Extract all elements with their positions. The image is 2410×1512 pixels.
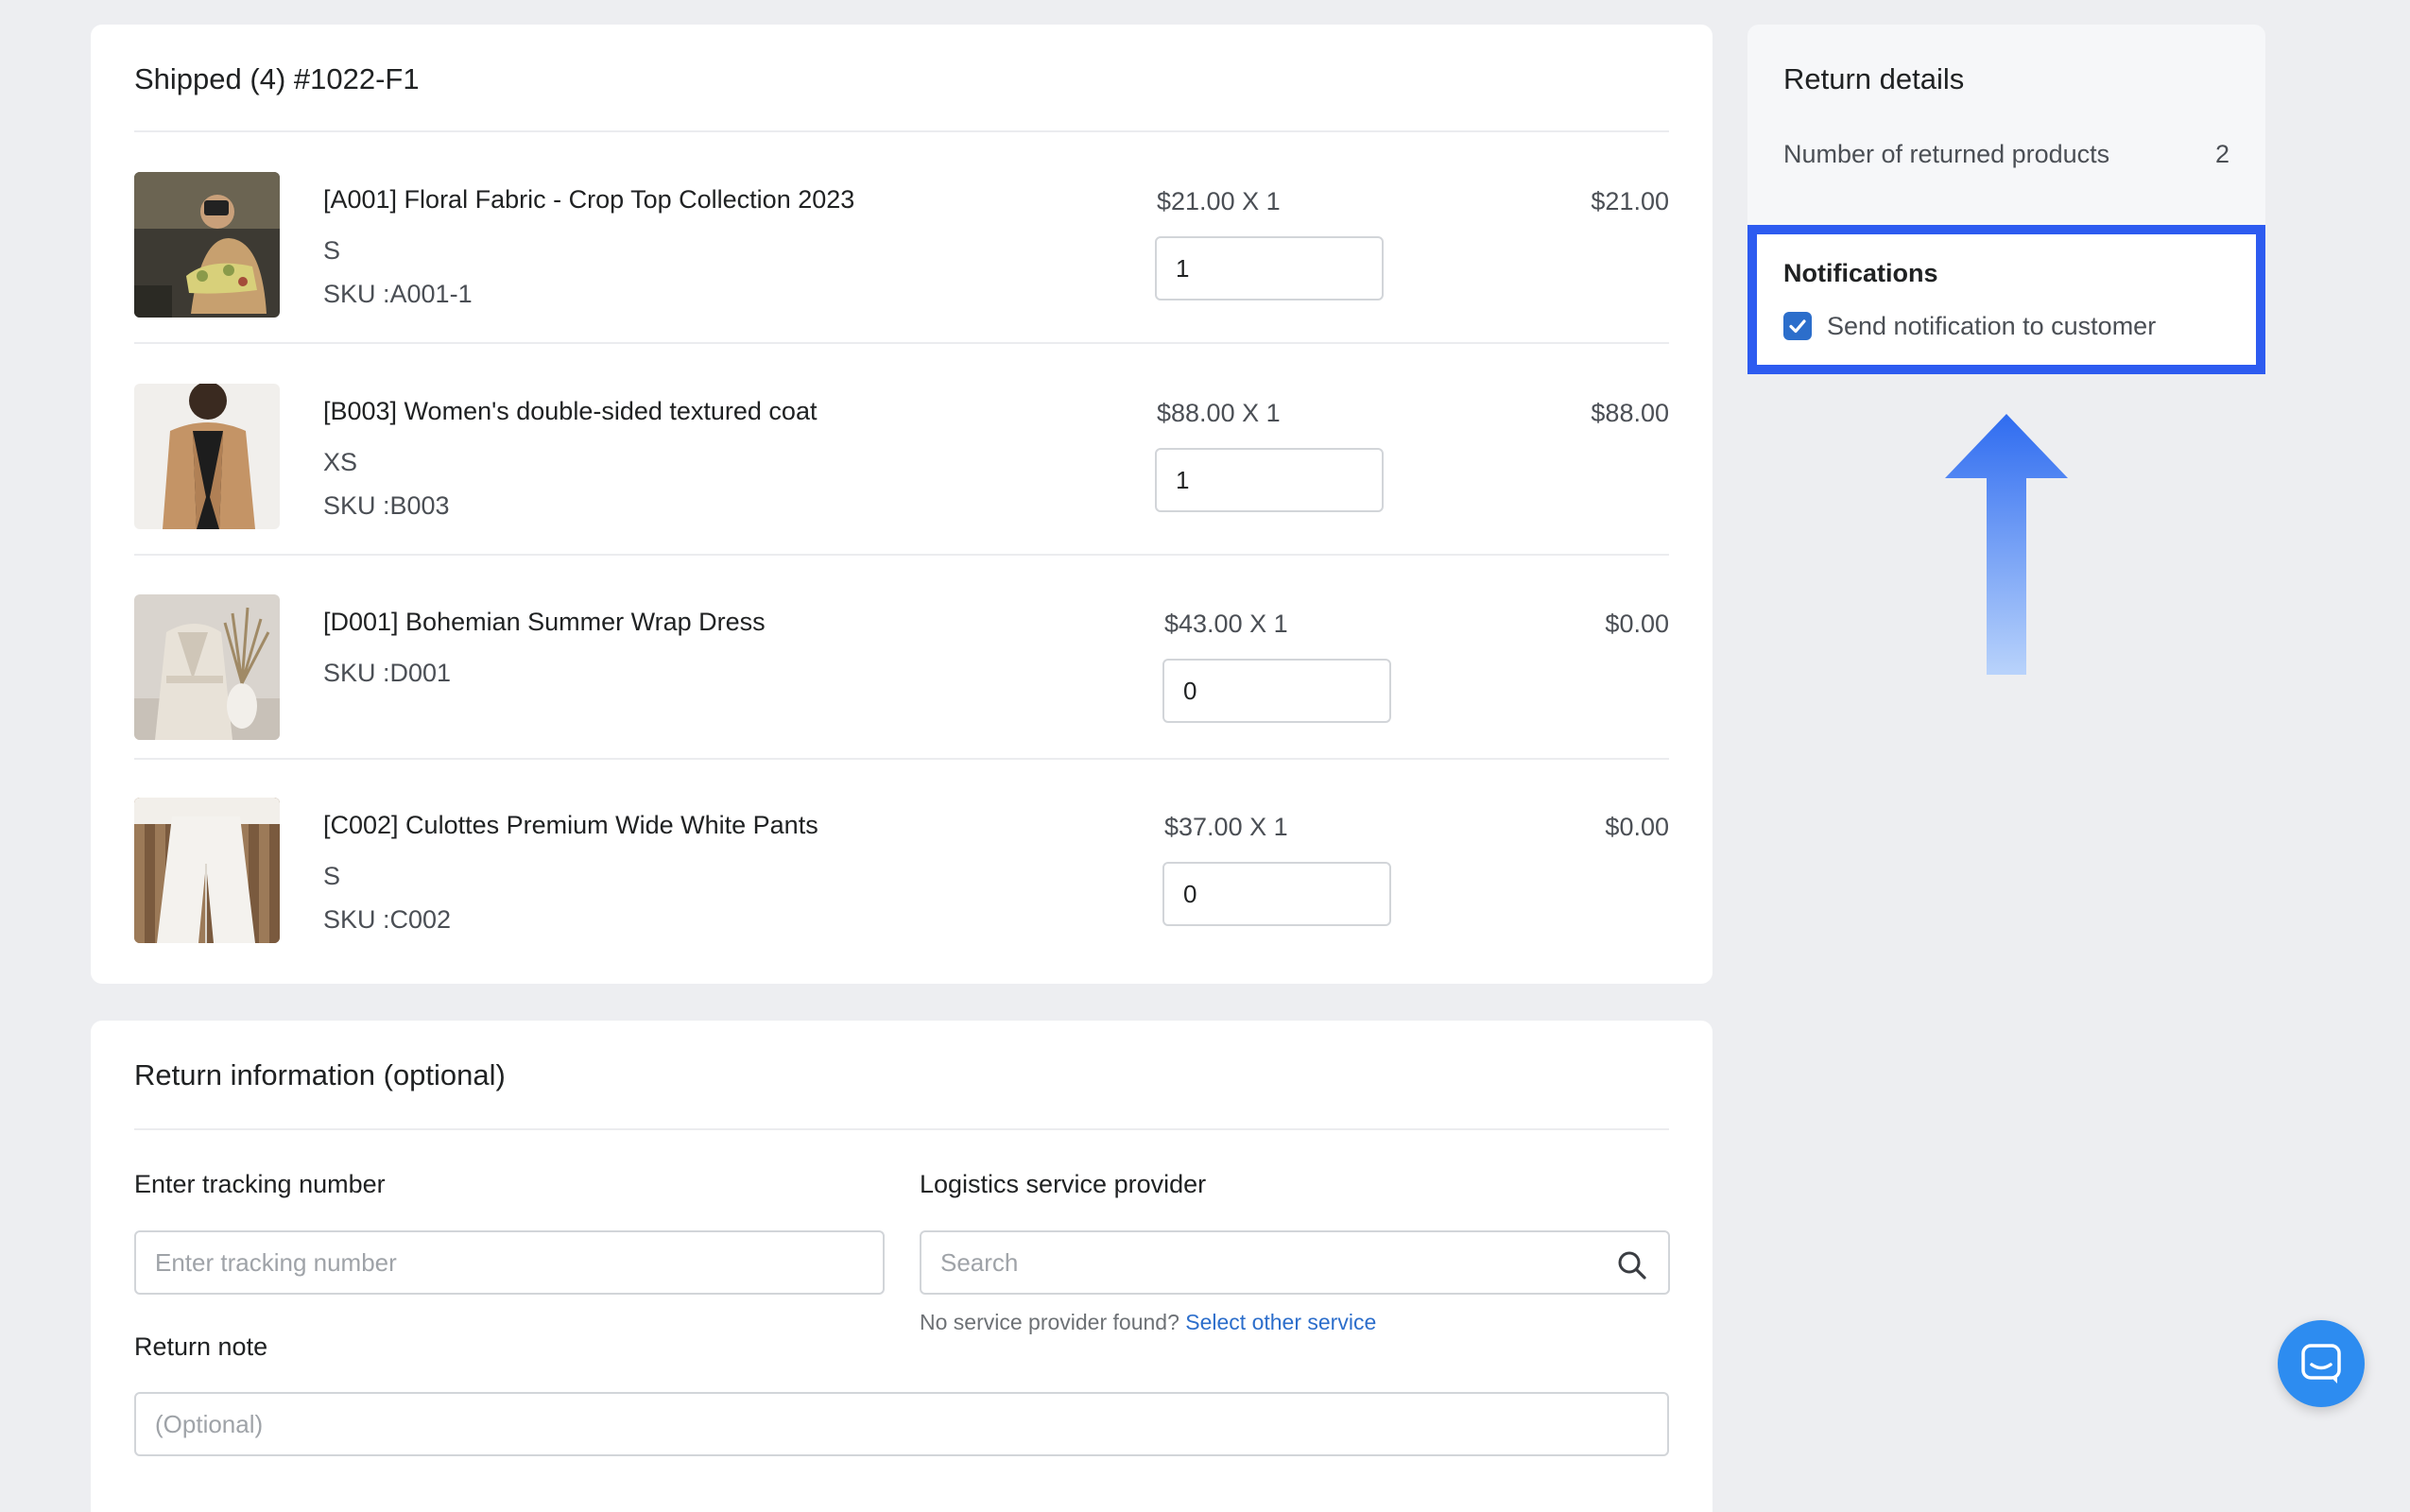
item-sku: SKU :B003 (323, 491, 450, 520)
line-item: [D001] Bohemian Summer Wrap Dress SKU :D… (134, 594, 1669, 783)
item-sku: SKU :A001-1 (323, 280, 473, 308)
page: Shipped (4) #1022-F1 [A001] Floral Fabri… (0, 0, 2410, 1512)
quantity-input[interactable]: 0 (1162, 862, 1391, 926)
divider (134, 342, 1669, 344)
line-item: [C002] Culottes Premium Wide White Pants… (134, 798, 1669, 987)
notifications-card: Notifications Send notification to custo… (1747, 225, 2265, 374)
search-placeholder: Search (940, 1248, 1019, 1277)
item-variant: S (323, 236, 341, 265)
line-item: [B003] Women's double-sided textured coa… (134, 384, 1669, 573)
returned-products-count: 2 (2214, 140, 2229, 168)
white-pants-photo (134, 798, 280, 943)
divider (134, 130, 1669, 132)
chat-launcher-button[interactable] (2278, 1320, 2365, 1407)
logistics-provider-label: Logistics service provider (920, 1170, 1207, 1198)
return-info-title: Return information (optional) (134, 1058, 506, 1091)
up-arrow-icon (1945, 414, 2068, 675)
item-unit-price: $37.00 X 1 (1164, 813, 1288, 841)
item-name: [B003] Women's double-sided textured coa… (323, 397, 818, 425)
chat-icon (2301, 1344, 2341, 1383)
select-other-service-link[interactable]: Select other service (1185, 1310, 1376, 1334)
wrap-dress-photo (134, 594, 280, 740)
tracking-number-input[interactable]: Enter tracking number (134, 1230, 885, 1295)
notifications-title: Notifications (1783, 259, 1938, 287)
item-unit-price: $43.00 X 1 (1164, 610, 1288, 638)
return-note-input[interactable]: (Optional) (134, 1392, 1669, 1456)
shipped-items-card: Shipped (4) #1022-F1 [A001] Floral Fabri… (91, 25, 1713, 984)
shipment-title: Shipped (4) #1022-F1 (134, 62, 420, 95)
item-name: [C002] Culottes Premium Wide White Pants (323, 811, 818, 839)
line-item: [A001] Floral Fabric - Crop Top Collecti… (134, 172, 1669, 361)
quantity-input[interactable]: 1 (1155, 448, 1384, 512)
item-name: [D001] Bohemian Summer Wrap Dress (323, 608, 766, 636)
no-provider-helper: No service provider found? Select other … (920, 1310, 1376, 1335)
item-total: $88.00 (1591, 399, 1669, 427)
divider (134, 758, 1669, 760)
item-sku: SKU :C002 (323, 905, 452, 934)
floral-crop-top-photo (134, 172, 280, 318)
returned-products-label: Number of returned products (1783, 140, 2110, 168)
item-variant: XS (323, 448, 358, 476)
checkmark-icon (1789, 319, 1806, 334)
helper-text: No service provider found? (920, 1310, 1179, 1334)
quantity-input[interactable]: 0 (1162, 659, 1391, 723)
item-total: $0.00 (1605, 813, 1669, 841)
camel-coat-photo (134, 384, 280, 529)
send-notification-label[interactable]: Send notification to customer (1827, 312, 2156, 341)
logistics-provider-search-input[interactable]: Search (920, 1230, 1670, 1295)
send-notification-checkbox[interactable] (1783, 312, 1812, 340)
return-details-card: Return details Number of returned produc… (1747, 25, 2265, 225)
item-variant: S (323, 862, 341, 890)
return-information-card: Return information (optional) Enter trac… (91, 1021, 1713, 1512)
item-unit-price: $21.00 X 1 (1157, 187, 1281, 215)
item-total: $21.00 (1591, 187, 1669, 215)
item-sku: SKU :D001 (323, 659, 452, 687)
search-icon[interactable] (1613, 1246, 1651, 1283)
item-unit-price: $88.00 X 1 (1157, 399, 1281, 427)
divider (134, 1128, 1669, 1130)
return-note-label: Return note (134, 1332, 268, 1361)
divider (134, 554, 1669, 556)
quantity-input[interactable]: 1 (1155, 236, 1384, 301)
tracking-number-label: Enter tracking number (134, 1170, 386, 1198)
item-total: $0.00 (1605, 610, 1669, 638)
return-details-title: Return details (1783, 62, 1965, 95)
item-name: [A001] Floral Fabric - Crop Top Collecti… (323, 185, 855, 214)
